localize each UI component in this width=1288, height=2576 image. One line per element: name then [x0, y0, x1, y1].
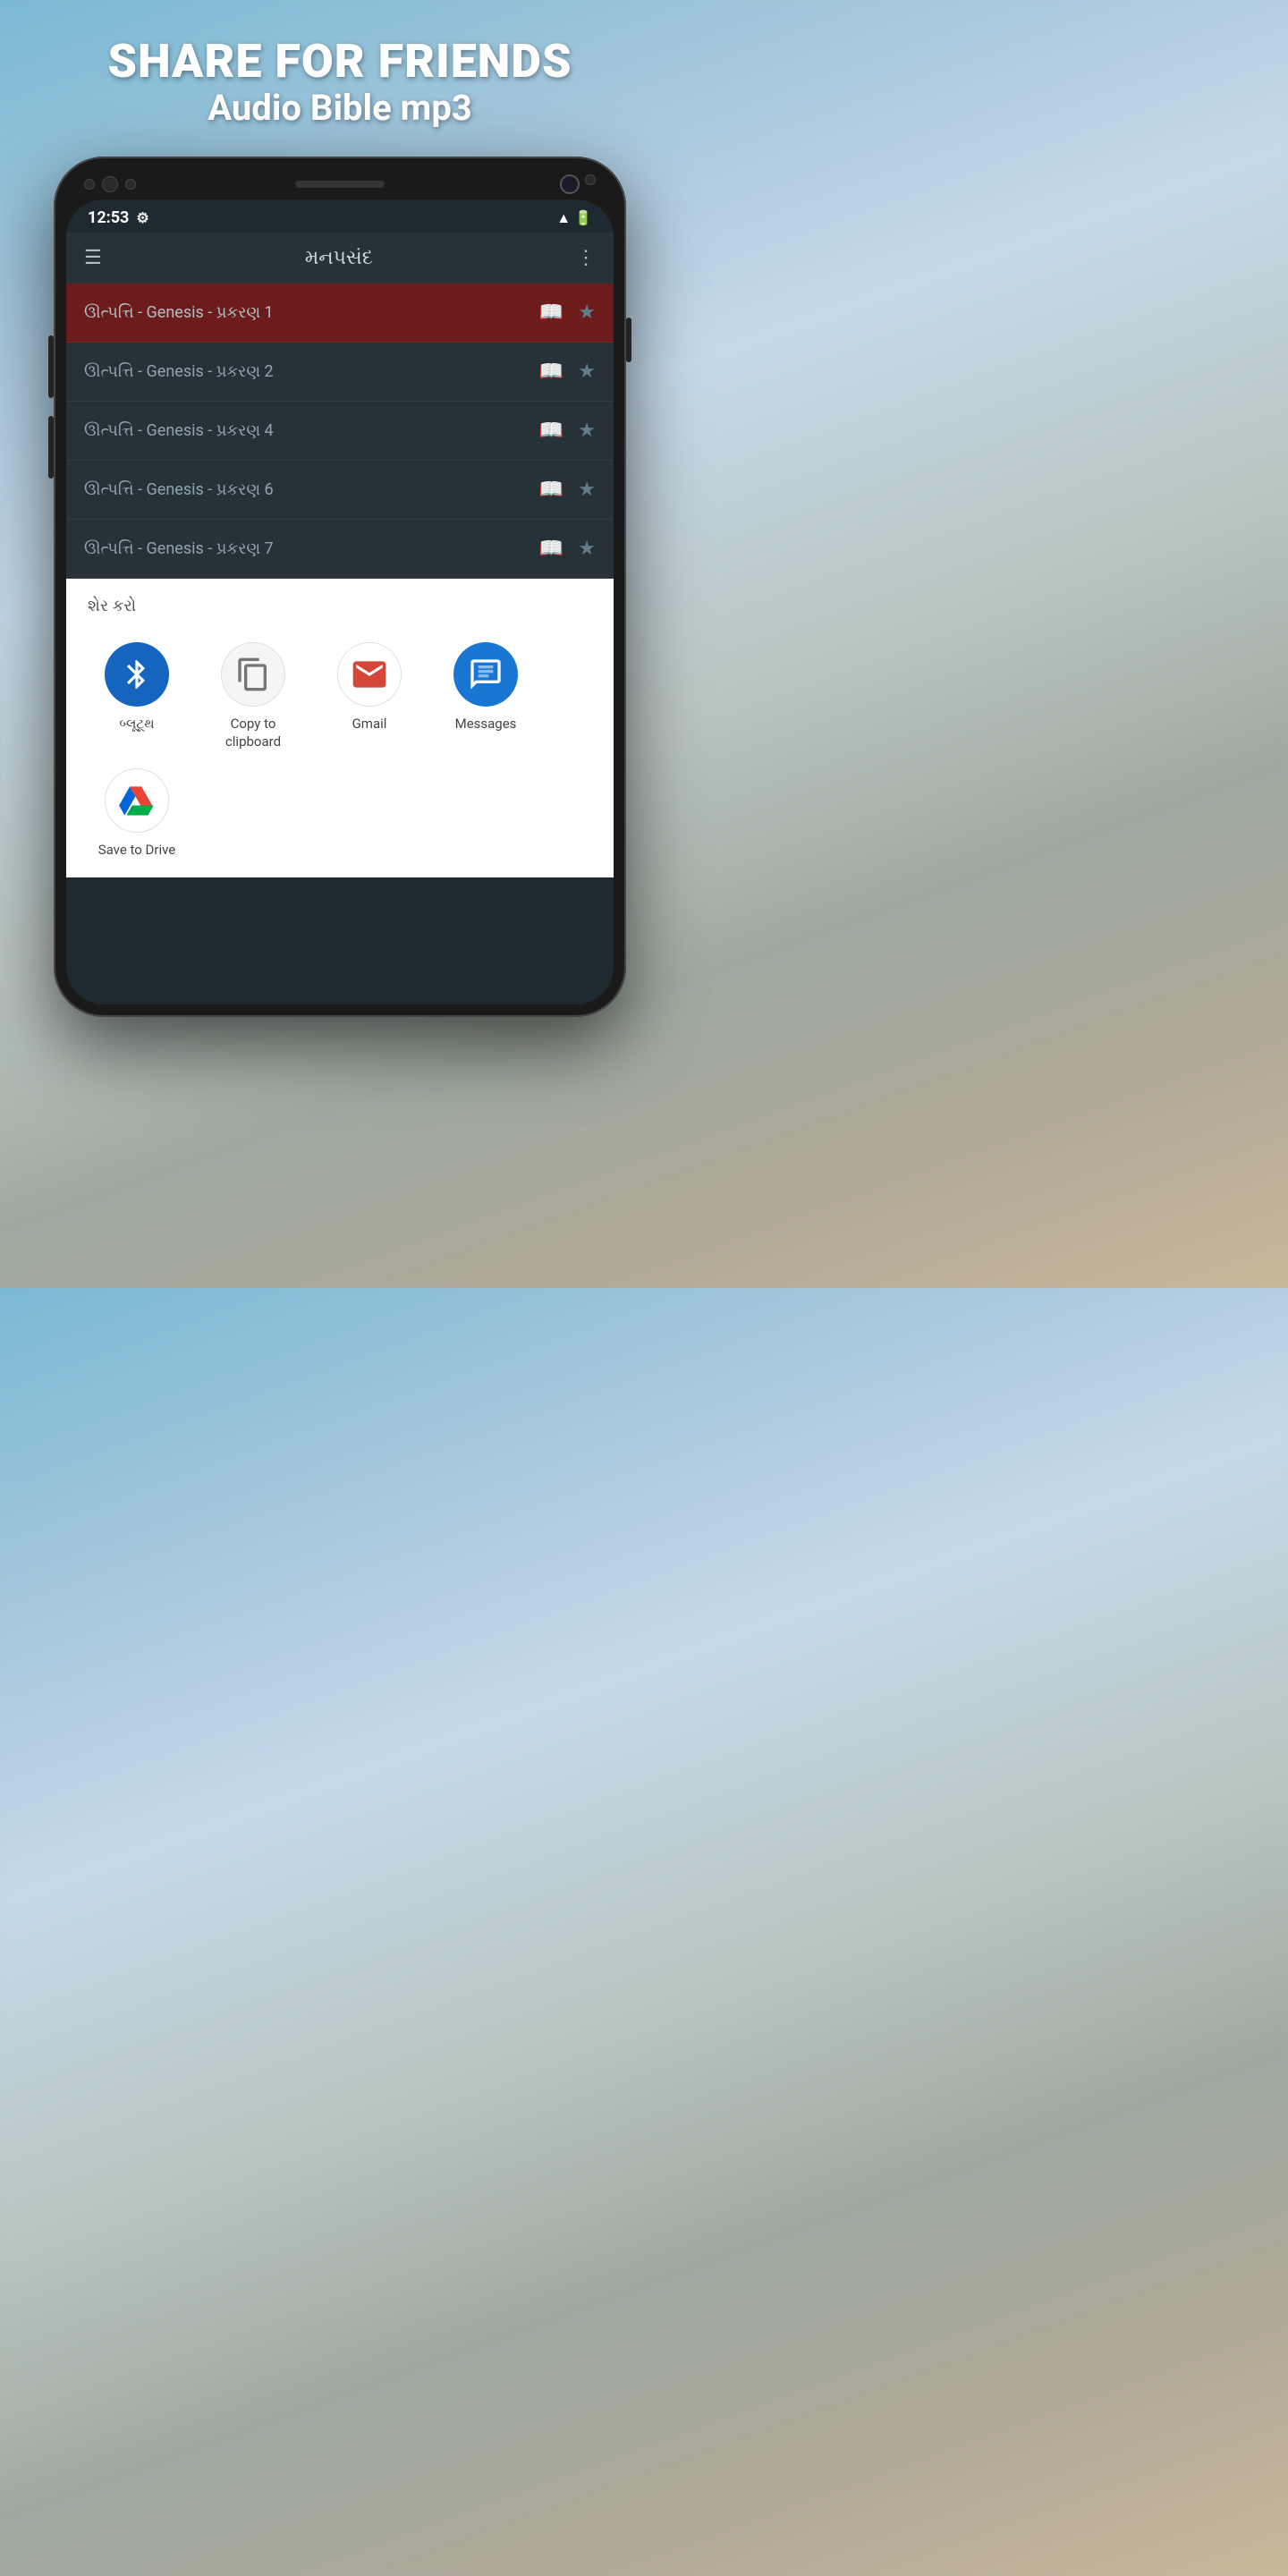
share-sheet: શેર કરો બ્લૂટૂથ — [66, 579, 614, 877]
item-icons-3: 📖 ★ — [539, 419, 596, 442]
item-icons-5: 📖 ★ — [539, 538, 596, 560]
messages-svg-icon — [468, 657, 504, 692]
messages-label: Messages — [455, 716, 517, 733]
star-icon-4[interactable]: ★ — [578, 479, 596, 501]
list-item[interactable]: ઊત્પત્તિ - Genesis - પ્રકરણ 7 📖 ★ — [66, 520, 614, 579]
gmail-svg-icon — [350, 655, 389, 694]
item-icons-1: 📖 ★ — [539, 301, 596, 324]
list-item[interactable]: ઊત્પત્તિ - Genesis - પ્રકરણ 6 📖 ★ — [66, 461, 614, 520]
item-text-2: ઊત્પત્તિ - Genesis - પ્રકરણ 2 — [84, 362, 539, 381]
phone-top-hardware — [66, 169, 614, 199]
share-row-2: Save to Drive — [66, 768, 614, 877]
more-options-icon[interactable]: ⋮ — [576, 247, 596, 269]
app-bar: ☰ મનપસંદ ⋮ — [66, 233, 614, 284]
item-icons-4: 📖 ★ — [539, 479, 596, 501]
drive-svg-icon — [117, 781, 157, 820]
hamburger-menu-icon[interactable]: ☰ — [84, 247, 102, 269]
sensor-dot-3 — [125, 179, 136, 190]
bluetooth-svg-icon — [120, 657, 154, 691]
share-clipboard-item[interactable]: Copy to clipboard — [204, 642, 302, 750]
clipboard-label: Copy to clipboard — [204, 716, 302, 750]
star-icon-2[interactable]: ★ — [578, 360, 596, 383]
star-icon-5[interactable]: ★ — [578, 538, 596, 560]
status-bar: 12:53 ⚙ ▲ 🔋 — [66, 199, 614, 233]
phone-frame-outer: 12:53 ⚙ ▲ 🔋 ☰ મનપસંદ ⋮ ઊત્પત્તિ - Genesi… — [54, 157, 626, 1017]
status-time: 12:53 — [88, 208, 129, 227]
bluetooth-label: બ્લૂટૂથ — [119, 716, 154, 733]
share-gmail-item[interactable]: Gmail — [320, 642, 419, 733]
item-text-1: ઊત્પત્તિ - Genesis - પ્રકરણ 1 — [84, 303, 539, 322]
list-item[interactable]: ઊત્પત્તિ - Genesis - પ્રકરણ 1 📖 ★ — [66, 284, 614, 343]
phone-speaker — [295, 181, 385, 188]
sensor-dot-1 — [84, 179, 95, 190]
item-text-3: ઊત્પત્તિ - Genesis - પ્રકરણ 4 — [84, 421, 539, 440]
book-icon-4: 📖 — [539, 479, 564, 501]
header-subtitle: Audio Bible mp3 — [54, 87, 626, 130]
header-section: SHARE FOR FRIENDS Audio Bible mp3 — [0, 0, 680, 157]
phone-sensors-left — [84, 176, 136, 192]
drive-icon-circle — [105, 768, 169, 833]
header-title: SHARE FOR FRIENDS — [54, 36, 626, 87]
app-title: મનપસંદ — [102, 247, 576, 269]
share-messages-item[interactable]: Messages — [436, 642, 535, 733]
star-icon-3[interactable]: ★ — [578, 419, 596, 442]
item-text-5: ઊત્પત્તિ - Genesis - પ્રકરણ 7 — [84, 539, 539, 558]
front-camera — [560, 174, 580, 194]
messages-icon-circle — [453, 642, 518, 707]
gmail-label: Gmail — [352, 716, 387, 733]
book-icon-2: 📖 — [539, 360, 564, 383]
book-icon-3: 📖 — [539, 419, 564, 442]
drive-label: Save to Drive — [98, 842, 176, 860]
share-bluetooth-item[interactable]: બ્લૂટૂથ — [88, 642, 186, 733]
phone-cameras-right — [560, 174, 596, 194]
gear-icon[interactable]: ⚙ — [136, 209, 148, 226]
book-icon-5: 📖 — [539, 538, 564, 560]
battery-icon: 🔋 — [574, 209, 592, 226]
bluetooth-icon-circle — [105, 642, 169, 707]
sensor-right-2 — [585, 174, 596, 185]
clipboard-svg-icon — [235, 657, 271, 692]
item-text-4: ઊત્પત્તિ - Genesis - પ્રકરણ 6 — [84, 480, 539, 499]
power-button[interactable] — [626, 318, 631, 362]
list-item[interactable]: ઊત્પત્તિ - Genesis - પ્રકરણ 2 📖 ★ — [66, 343, 614, 402]
share-sheet-header: શેર કરો — [66, 579, 614, 624]
phone-screen: 12:53 ⚙ ▲ 🔋 ☰ મનપસંદ ⋮ ઊત્પત્તિ - Genesi… — [66, 199, 614, 1004]
signal-icon: ▲ — [556, 209, 571, 227]
star-icon-1[interactable]: ★ — [578, 301, 596, 324]
status-right: ▲ 🔋 — [556, 209, 592, 227]
item-icons-2: 📖 ★ — [539, 360, 596, 383]
favorites-list: ઊત્પત્તિ - Genesis - પ્રકરણ 1 📖 ★ ઊત્પત્… — [66, 284, 614, 579]
share-drive-item[interactable]: Save to Drive — [88, 768, 186, 860]
share-row-1: બ્લૂટૂથ Copy to clipboard — [66, 624, 614, 768]
sensor-dot-2 — [102, 176, 118, 192]
list-item[interactable]: ઊત્પત્તિ - Genesis - પ્રકરણ 4 📖 ★ — [66, 402, 614, 461]
phone-frame: 12:53 ⚙ ▲ 🔋 ☰ મનપસંદ ⋮ ઊત્પત્તિ - Genesi… — [54, 157, 626, 1017]
phone-side-right-buttons — [626, 318, 631, 362]
status-left: 12:53 ⚙ — [88, 208, 149, 227]
gmail-icon-circle — [337, 642, 402, 707]
clipboard-icon-circle — [221, 642, 285, 707]
book-icon-1: 📖 — [539, 301, 564, 324]
